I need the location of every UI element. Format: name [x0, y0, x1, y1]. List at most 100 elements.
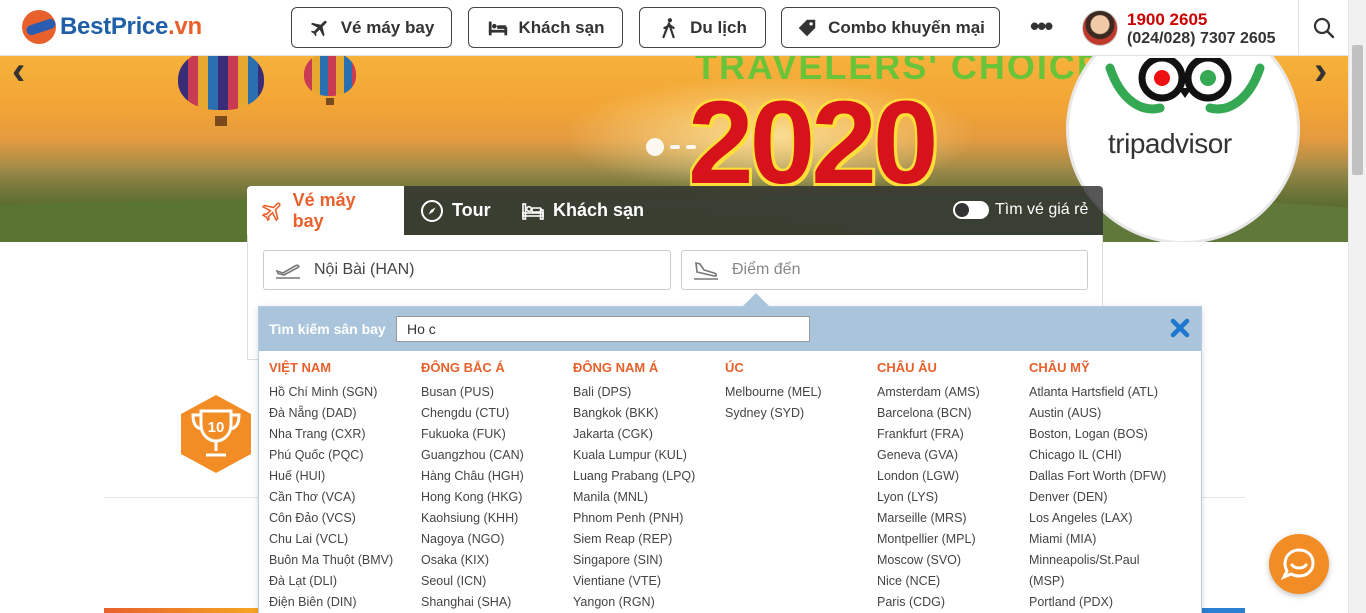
carousel-prev-arrow[interactable]: ‹ — [12, 56, 25, 91]
nav-flights-button[interactable]: Vé máy bay — [291, 7, 452, 48]
hotline-primary[interactable]: 1900 2605 — [1127, 10, 1276, 29]
more-menu-icon[interactable]: ••• — [1030, 13, 1053, 39]
plane-icon — [310, 20, 327, 36]
airport-option[interactable]: Kaohsiung (KHH) — [421, 508, 571, 529]
airport-option[interactable]: Singapore (SIN) — [573, 550, 723, 571]
airport-option[interactable]: Buôn Ma Thuột (BMV) — [269, 550, 419, 571]
close-icon[interactable] — [1169, 317, 1191, 339]
airport-option[interactable]: Lyon (LYS) — [877, 487, 1027, 508]
region-title: ÚC — [725, 360, 744, 375]
tab-flights-label: Vé máy bay — [292, 189, 356, 231]
airport-option[interactable]: Fukuoka (FUK) — [421, 424, 571, 445]
airport-option[interactable]: Geneva (GVA) — [877, 445, 1027, 466]
airport-option[interactable]: Dallas Fort Worth (DFW) — [1029, 466, 1179, 487]
carousel-dots[interactable] — [646, 138, 696, 156]
airport-option[interactable]: Huế (HUI) — [269, 466, 419, 487]
airport-option[interactable]: Manila (MNL) — [573, 487, 723, 508]
airport-option[interactable]: Frankfurt (FRA) — [877, 424, 1027, 445]
airport-search-input[interactable] — [396, 316, 810, 342]
airport-option[interactable]: Sydney (SYD) — [725, 403, 875, 424]
airport-option[interactable]: Côn Đảo (VCS) — [269, 508, 419, 529]
region-column: ĐÔNG NAM Á Bali (DPS) Bangkok (BKK) Jakarta… — [573, 361, 723, 613]
search-icon[interactable] — [1312, 16, 1336, 40]
airport-option[interactable]: Moscow (SVO) — [877, 550, 1027, 571]
airport-option[interactable]: Atlanta Hartsfield (ATL) — [1029, 382, 1179, 403]
page-scrollbar[interactable] — [1348, 0, 1366, 613]
banner-year: 2020 — [688, 77, 939, 209]
airport-option[interactable]: Jakarta (CGK) — [573, 424, 723, 445]
airport-option[interactable]: Phnom Penh (PNH) — [573, 508, 723, 529]
airport-option[interactable]: Hong Kong (HKG) — [421, 487, 571, 508]
region-title: VIỆT NAM — [269, 360, 332, 375]
airport-option[interactable]: Bangkok (BKK) — [573, 403, 723, 424]
airport-option[interactable]: Vientiane (VTE) — [573, 571, 723, 592]
airport-option[interactable]: Đà Lạt (DLI) — [269, 571, 419, 592]
airport-option[interactable]: Đà Nẵng (DAD) — [269, 403, 419, 424]
region-column: CHÂU MỸ Atlanta Hartsfield (ATL) Austin (A… — [1029, 361, 1179, 613]
nav-travel-button[interactable]: Du lịch — [639, 7, 766, 48]
cheap-fare-toggle[interactable]: Tìm vé giá rẻ — [953, 201, 1088, 219]
destination-field[interactable]: Điểm đến — [681, 250, 1088, 290]
landing-icon — [694, 261, 718, 280]
airport-option[interactable]: Luang Prabang (LPQ) — [573, 466, 723, 487]
region-title: CHÂU MỸ — [1029, 360, 1090, 375]
airport-option[interactable]: Minneapolis/St.Paul — [1029, 550, 1179, 571]
airport-option[interactable]: Hàng Châu (HGH) — [421, 466, 571, 487]
airport-option[interactable]: Phú Quốc (PQC) — [269, 445, 419, 466]
airport-option[interactable]: Miami (MIA) — [1029, 529, 1179, 550]
airport-option[interactable]: Shanghai (SHA) — [421, 592, 571, 613]
airport-option[interactable]: Bali (DPS) — [573, 382, 723, 403]
airport-option[interactable]: (MSP) — [1029, 571, 1179, 592]
carousel-dot[interactable] — [686, 145, 696, 149]
airport-option[interactable]: Melbourne (MEL) — [725, 382, 875, 403]
airport-option[interactable]: Los Angeles (LAX) — [1029, 508, 1179, 529]
airport-option[interactable]: Nagoya (NGO) — [421, 529, 571, 550]
airport-option[interactable]: London (LGW) — [877, 466, 1027, 487]
carousel-next-arrow[interactable]: › — [1314, 56, 1327, 91]
airport-option[interactable]: Chicago IL (CHI) — [1029, 445, 1179, 466]
airport-option[interactable]: Yangon (RGN) — [573, 592, 723, 613]
airport-option[interactable]: Chengdu (CTU) — [421, 403, 571, 424]
airport-option[interactable]: Chu Lai (VCL) — [269, 529, 419, 550]
toggle-switch[interactable] — [953, 201, 989, 219]
airport-option[interactable]: Portland (PDX) — [1029, 592, 1179, 613]
top-header: BestPrice.vn Vé máy bay Khách sạn Du lịc… — [0, 0, 1348, 56]
tab-flights[interactable]: Vé máy bay — [247, 186, 404, 235]
airport-option[interactable]: Nice (NCE) — [877, 571, 1027, 592]
airport-dropdown: Tìm kiếm sân bay VIỆT NAM Hồ Chí Minh (SG… — [258, 306, 1202, 613]
logo-icon — [22, 10, 56, 44]
carousel-dot[interactable] — [670, 145, 680, 149]
carousel-dot-active[interactable] — [646, 138, 664, 156]
airport-option[interactable]: Kuala Lumpur (KUL) — [573, 445, 723, 466]
airport-option[interactable]: Barcelona (BCN) — [877, 403, 1027, 424]
airport-option[interactable]: Amsterdam (AMS) — [877, 382, 1027, 403]
hotline[interactable]: 1900 2605 (024/028) 7307 2605 — [1127, 10, 1276, 48]
origin-value: Nội Bài (HAN) — [314, 261, 415, 278]
nav-combo-button[interactable]: Combo khuyến mại — [781, 7, 1000, 48]
airport-option[interactable]: Siem Reap (REP) — [573, 529, 723, 550]
airport-option[interactable]: Busan (PUS) — [421, 382, 571, 403]
scrollbar-thumb[interactable] — [1352, 45, 1363, 175]
hotline-secondary[interactable]: (024/028) 7307 2605 — [1127, 29, 1276, 48]
airport-option[interactable]: Nha Trang (CXR) — [269, 424, 419, 445]
airport-option[interactable]: Điện Biên (DIN) — [269, 592, 419, 613]
airport-option[interactable]: Osaka (KIX) — [421, 550, 571, 571]
airport-option[interactable]: Hồ Chí Minh (SGN) — [269, 382, 419, 403]
airport-option[interactable]: Austin (AUS) — [1029, 403, 1179, 424]
airport-option[interactable]: Denver (DEN) — [1029, 487, 1179, 508]
region-title: CHÂU ÂU — [877, 360, 937, 375]
airport-option[interactable]: Paris (CDG) — [877, 592, 1027, 613]
airport-option[interactable]: Guangzhou (CAN) — [421, 445, 571, 466]
chat-button[interactable] — [1269, 534, 1329, 594]
airport-option[interactable]: Marseille (MRS) — [877, 508, 1027, 529]
tab-tour[interactable]: Tour — [420, 186, 491, 235]
dropdown-caret — [742, 293, 770, 307]
airport-option[interactable]: Boston, Logan (BOS) — [1029, 424, 1179, 445]
airport-option[interactable]: Cần Thơ (VCA) — [269, 487, 419, 508]
site-logo[interactable]: BestPrice.vn — [22, 10, 202, 44]
nav-hotels-button[interactable]: Khách sạn — [468, 7, 623, 48]
origin-field[interactable]: Nội Bài (HAN) — [263, 250, 671, 290]
airport-option[interactable]: Montpellier (MPL) — [877, 529, 1027, 550]
tab-hotels[interactable]: Khách sạn — [521, 186, 644, 235]
airport-option[interactable]: Seoul (ICN) — [421, 571, 571, 592]
